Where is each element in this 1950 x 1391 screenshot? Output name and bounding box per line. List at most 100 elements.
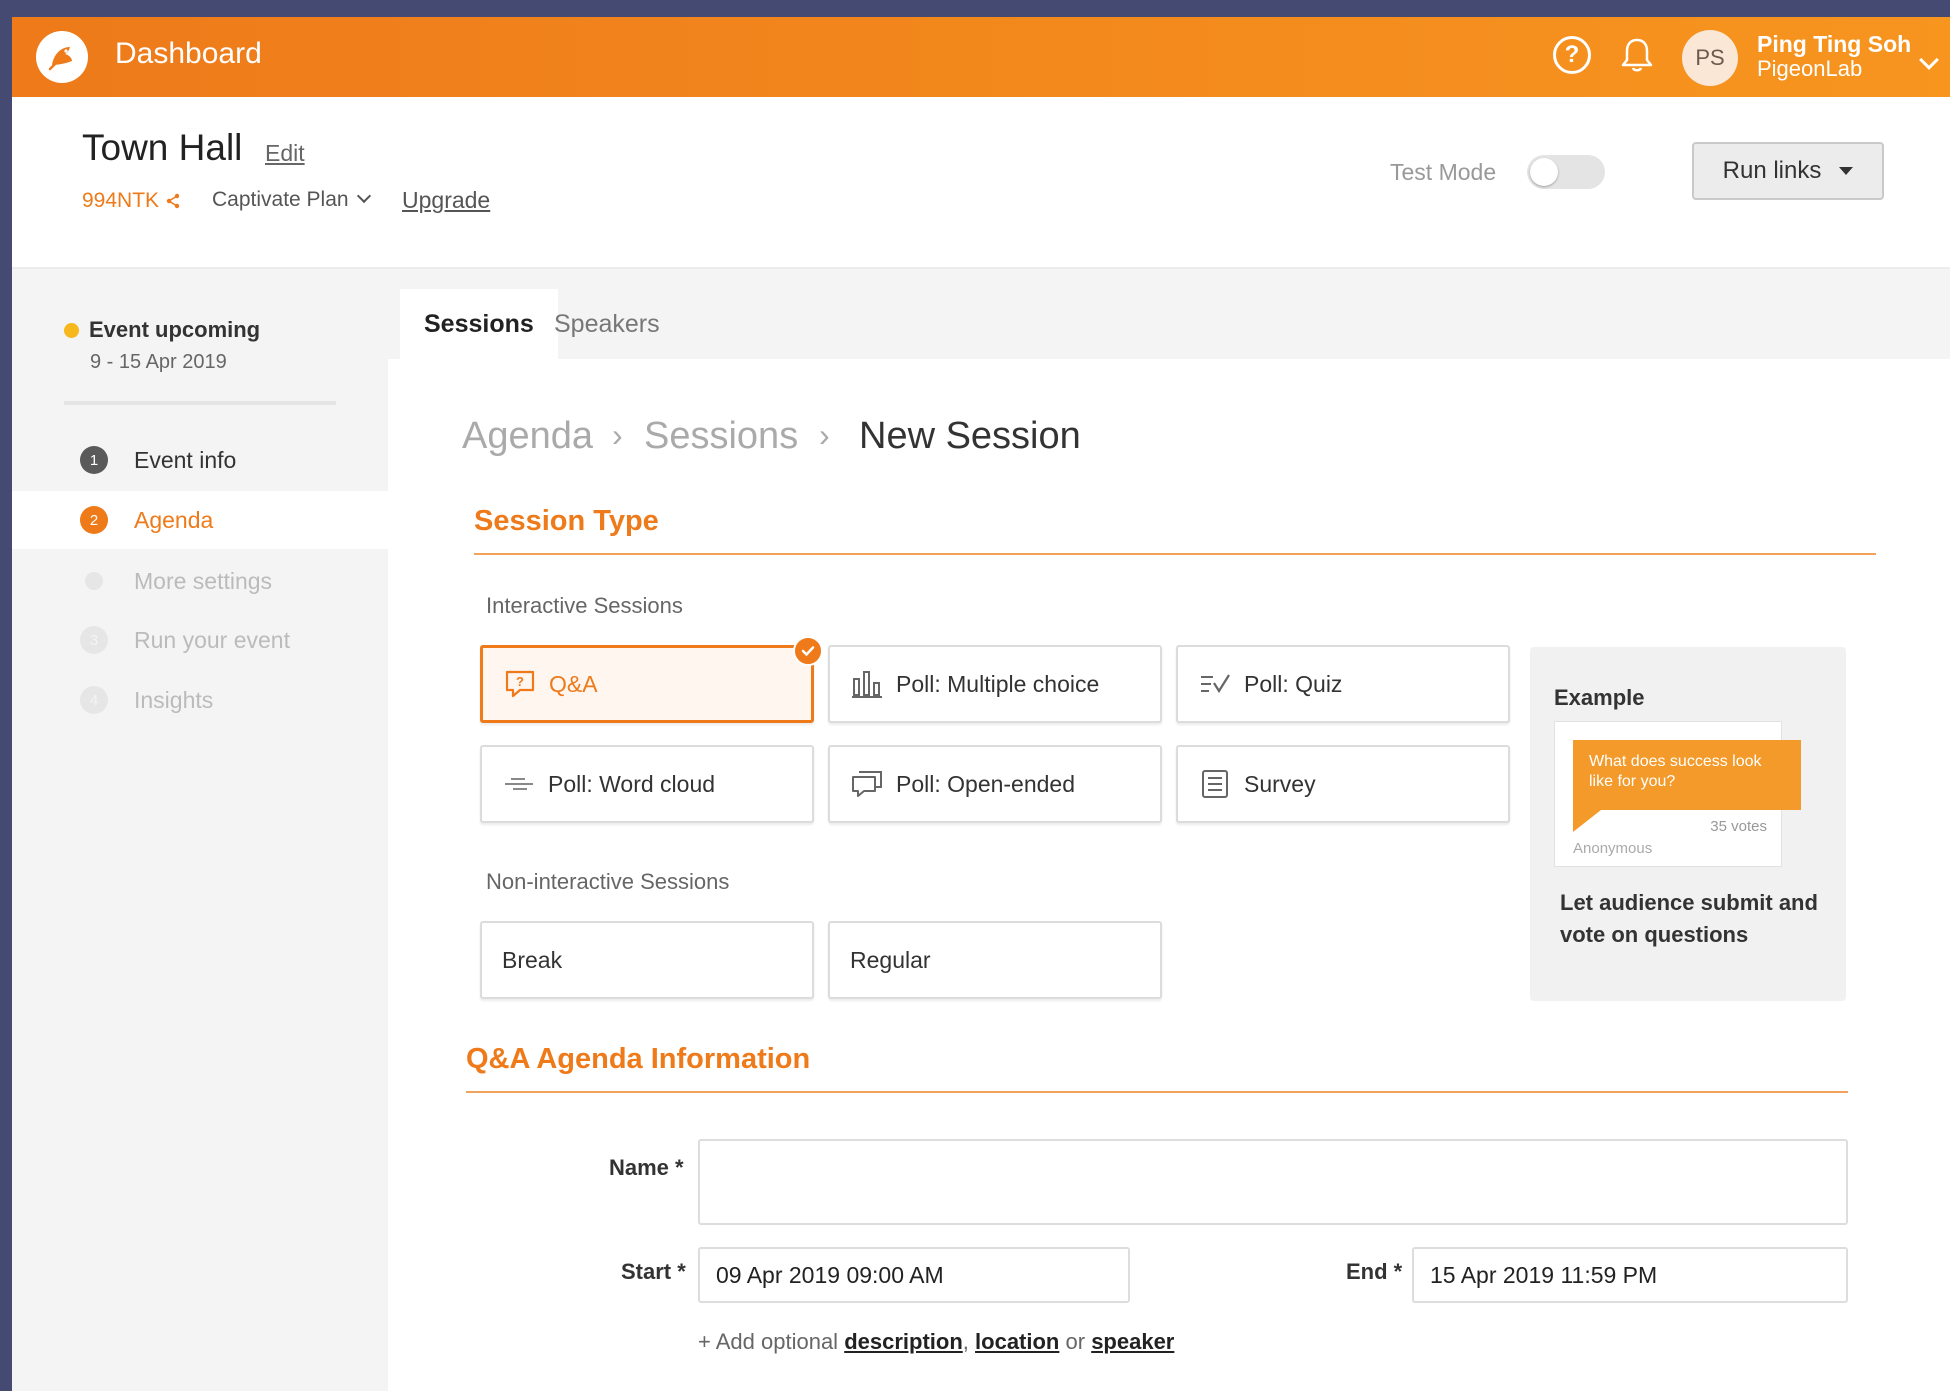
chevron-down-icon[interactable]	[356, 188, 372, 204]
event-code-text: 994NTK	[82, 189, 160, 212]
event-title: Town Hall	[82, 127, 243, 168]
share-icon[interactable]	[165, 193, 181, 209]
speech-tail-icon	[1573, 810, 1601, 832]
example-panel: Example What does success look like for …	[1530, 647, 1846, 1001]
add-optional-fields: + Add optional description, location or …	[698, 1329, 1174, 1355]
add-location-link[interactable]: location	[975, 1329, 1059, 1354]
event-header: Town Hall Edit 994NTK Captivate Plan Upg…	[12, 97, 1950, 269]
section-divider	[466, 1091, 1848, 1093]
sidebar-item-label: Event info	[134, 446, 237, 473]
bar-chart-icon	[850, 669, 884, 699]
upgrade-link[interactable]: Upgrade	[402, 187, 490, 214]
qa-icon: ?	[503, 669, 537, 699]
avatar[interactable]: PS	[1682, 30, 1738, 86]
session-type-label: Poll: Open-ended	[896, 770, 1076, 797]
divider	[64, 401, 336, 405]
step-number: 1	[80, 446, 108, 474]
example-author: Anonymous	[1573, 840, 1653, 857]
session-type-break[interactable]: Break	[480, 921, 814, 999]
breadcrumb-agenda[interactable]: Agenda	[462, 415, 593, 458]
breadcrumb-sessions[interactable]: Sessions	[644, 415, 798, 458]
session-type-label: Q&A	[549, 670, 598, 697]
top-bar: Dashboard ? PS Ping Ting Soh PigeonLab	[12, 17, 1950, 97]
toggle-knob	[1530, 158, 1558, 186]
breadcrumb-current: New Session	[859, 415, 1081, 457]
event-code[interactable]: 994NTK	[82, 189, 181, 213]
quiz-icon	[1198, 669, 1232, 699]
caret-down-icon	[1839, 167, 1854, 175]
open-ended-icon	[850, 769, 884, 799]
section-title-session-type: Session Type	[474, 505, 659, 537]
chevron-down-icon[interactable]	[1919, 50, 1939, 70]
plan-dropdown[interactable]: Captivate Plan	[212, 188, 349, 212]
tab-bar: Sessions Speakers	[388, 269, 1950, 359]
sidebar-item-event-info[interactable]: 1 Event info	[12, 431, 388, 489]
check-icon	[793, 636, 823, 666]
sidebar-item-more-settings[interactable]: More settings	[12, 552, 388, 610]
sidebar-item-label: Agenda	[134, 506, 214, 533]
section-title-agenda-info: Q&A Agenda Information	[466, 1043, 811, 1075]
add-optional-text: + Add optional	[698, 1329, 839, 1354]
word-cloud-icon	[502, 769, 536, 799]
pigeon-logo-icon[interactable]	[36, 31, 88, 83]
start-label: Start *	[621, 1259, 686, 1284]
add-speaker-link[interactable]: speaker	[1091, 1329, 1174, 1354]
step-dot-icon	[85, 572, 103, 590]
tab-speakers[interactable]: Speakers	[530, 289, 684, 359]
edit-event-link[interactable]: Edit	[265, 140, 305, 167]
example-title: Example	[1554, 685, 1645, 710]
sidebar-item-insights[interactable]: 4 Insights	[12, 671, 388, 729]
step-number: 4	[80, 686, 108, 714]
user-name[interactable]: Ping Ting Soh	[1757, 31, 1911, 57]
start-date-field[interactable]: 09 Apr 2019 09:00 AM	[698, 1247, 1130, 1303]
sidebar-item-run-your-event[interactable]: 3 Run your event	[12, 611, 388, 669]
example-description: Let audience submit and vote on question…	[1560, 890, 1818, 947]
session-type-label: Regular	[850, 946, 931, 973]
example-question: What does success look like for you?	[1573, 740, 1801, 810]
session-type-poll-multiple-choice[interactable]: Poll: Multiple choice	[828, 645, 1162, 723]
session-type-label: Survey	[1244, 770, 1316, 797]
sidebar: Event upcoming 9 - 15 Apr 2019 1 Event i…	[12, 269, 388, 1391]
example-preview: What does success look like for you? 35 …	[1554, 721, 1801, 867]
event-dates: 9 - 15 Apr 2019	[90, 351, 227, 373]
session-type-regular[interactable]: Regular	[828, 921, 1162, 999]
end-date-field[interactable]: 15 Apr 2019 11:59 PM	[1412, 1247, 1848, 1303]
test-mode-label: Test Mode	[1390, 159, 1497, 185]
sidebar-item-label: Run your event	[134, 626, 290, 653]
test-mode-toggle[interactable]	[1527, 155, 1605, 189]
session-type-survey[interactable]: Survey	[1176, 745, 1510, 823]
session-type-label: Poll: Quiz	[1244, 670, 1343, 697]
survey-icon	[1198, 769, 1232, 799]
or-separator: or	[1065, 1329, 1086, 1354]
bell-icon[interactable]	[1618, 35, 1656, 75]
end-label: End *	[1346, 1259, 1403, 1284]
comma-separator: ,	[962, 1329, 969, 1354]
session-type-poll-word-cloud[interactable]: Poll: Word cloud	[480, 745, 814, 823]
svg-text:?: ?	[516, 674, 524, 689]
run-links-button[interactable]: Run links	[1692, 142, 1884, 200]
session-type-poll-quiz[interactable]: Poll: Quiz	[1176, 645, 1510, 723]
section-divider	[474, 553, 1876, 555]
name-field[interactable]	[698, 1139, 1848, 1225]
event-status: Event upcoming	[64, 317, 260, 343]
app-window: Dashboard ? PS Ping Ting Soh PigeonLab T…	[12, 17, 1950, 1391]
session-type-label: Poll: Multiple choice	[896, 670, 1100, 697]
status-dot-icon	[64, 322, 79, 338]
interactive-sessions-label: Interactive Sessions	[486, 593, 683, 618]
app-title[interactable]: Dashboard	[115, 37, 262, 71]
session-type-poll-open-ended[interactable]: Poll: Open-ended	[828, 745, 1162, 823]
help-icon[interactable]: ?	[1553, 36, 1591, 74]
session-type-label: Break	[502, 946, 563, 973]
add-description-link[interactable]: description	[844, 1329, 963, 1354]
example-votes: 35 votes	[1710, 818, 1767, 835]
session-type-qa[interactable]: ? Q&A	[480, 636, 823, 723]
session-type-label: Poll: Word cloud	[548, 770, 716, 797]
chevron-right-icon: ›	[612, 417, 623, 453]
step-number: 3	[80, 626, 108, 654]
sidebar-item-agenda[interactable]: 2 Agenda	[12, 491, 388, 549]
user-org[interactable]: PigeonLab	[1757, 57, 1862, 81]
step-number: 2	[80, 506, 108, 534]
non-interactive-sessions-label: Non-interactive Sessions	[486, 869, 730, 894]
chevron-right-icon: ›	[819, 417, 830, 453]
event-status-text: Event upcoming	[89, 317, 261, 342]
